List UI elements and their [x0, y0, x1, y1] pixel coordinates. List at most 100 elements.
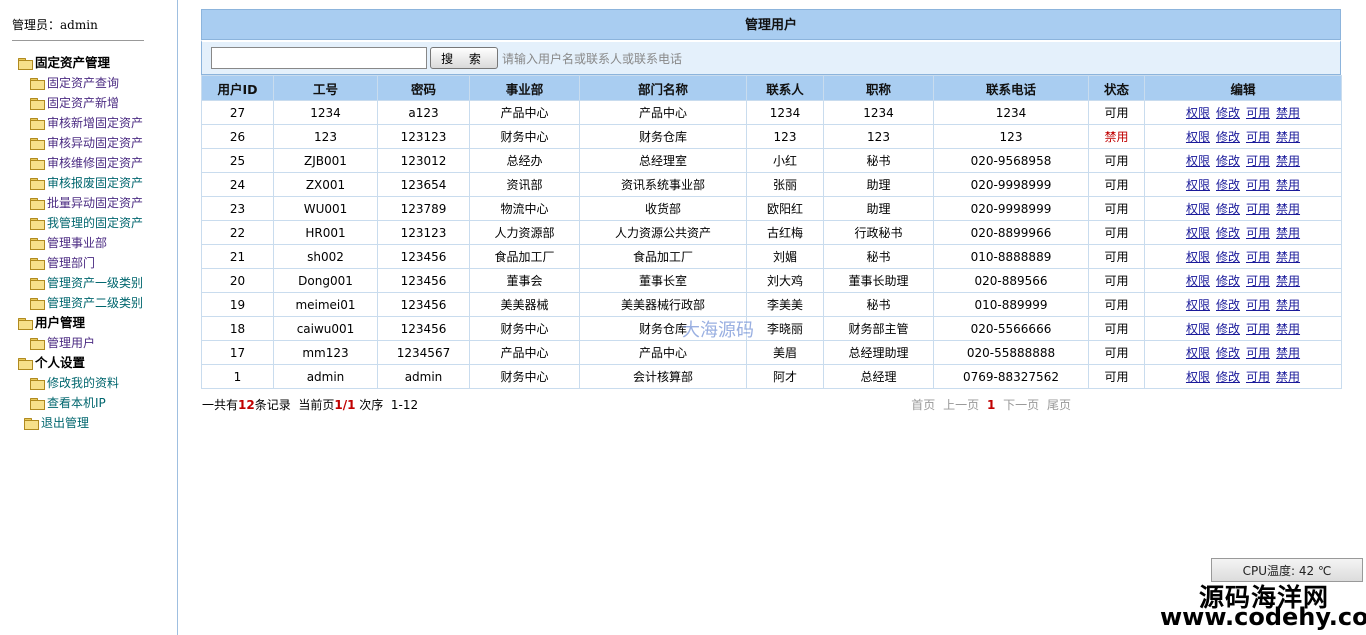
column-header: 编辑 — [1144, 75, 1342, 101]
nav-item[interactable]: 管理事业部 — [18, 233, 178, 253]
edit-link[interactable]: 修改 — [1216, 226, 1240, 240]
nav-item[interactable]: 审核异动固定资产 — [18, 133, 178, 153]
table-cell: 食品加工厂 — [469, 244, 580, 269]
enable-link[interactable]: 可用 — [1246, 250, 1270, 264]
table-cell: 123123 — [377, 220, 470, 245]
edit-cell: 权限 修改 可用 禁用 — [1144, 244, 1342, 269]
permission-link[interactable]: 权限 — [1186, 322, 1210, 336]
table-header-row: 用户ID 工号 密码 事业部 部门名称 联系人 职称 联系电话 状态 编辑 — [201, 75, 1342, 101]
permission-link[interactable]: 权限 — [1186, 106, 1210, 120]
column-header: 用户ID — [201, 75, 274, 101]
edit-cell: 权限 修改 可用 禁用 — [1144, 340, 1342, 365]
disable-link[interactable]: 禁用 — [1276, 106, 1300, 120]
table-cell: 17 — [201, 340, 274, 365]
disable-link[interactable]: 禁用 — [1276, 226, 1300, 240]
search-bar: 搜 索 请输入用户名或联系人或联系电话 — [201, 40, 1341, 75]
enable-link[interactable]: 可用 — [1246, 370, 1270, 384]
table-cell: admin — [377, 364, 470, 389]
nav-item[interactable]: 固定资产查询 — [18, 73, 178, 93]
enable-link[interactable]: 可用 — [1246, 106, 1270, 120]
permission-link[interactable]: 权限 — [1186, 250, 1210, 264]
pager-prev-link[interactable]: 上一页 — [943, 398, 979, 412]
permission-link[interactable]: 权限 — [1186, 130, 1210, 144]
edit-link[interactable]: 修改 — [1216, 250, 1240, 264]
edit-link[interactable]: 修改 — [1216, 202, 1240, 216]
enable-link[interactable]: 可用 — [1246, 178, 1270, 192]
pager-first-link[interactable]: 首页 — [911, 398, 935, 412]
nav-item[interactable]: 修改我的资料 — [18, 373, 178, 393]
table-cell: 27 — [201, 100, 274, 125]
edit-link[interactable]: 修改 — [1216, 178, 1240, 192]
table-cell: 助理 — [823, 172, 934, 197]
search-button[interactable]: 搜 索 — [430, 47, 498, 69]
permission-link[interactable]: 权限 — [1186, 274, 1210, 288]
nav-item[interactable]: 审核维修固定资产 — [18, 153, 178, 173]
permission-link[interactable]: 权限 — [1186, 226, 1210, 240]
disable-link[interactable]: 禁用 — [1276, 202, 1300, 216]
edit-link[interactable]: 修改 — [1216, 154, 1240, 168]
enable-link[interactable]: 可用 — [1246, 154, 1270, 168]
table-cell: 可用 — [1088, 148, 1145, 173]
permission-link[interactable]: 权限 — [1186, 154, 1210, 168]
table-cell: 020-55888888 — [933, 340, 1089, 365]
nav-item[interactable]: 管理用户 — [18, 333, 178, 353]
edit-link[interactable]: 修改 — [1216, 298, 1240, 312]
disable-link[interactable]: 禁用 — [1276, 298, 1300, 312]
table-cell: 人力资源部 — [469, 220, 580, 245]
table-cell: 财务中心 — [469, 124, 580, 149]
table-cell: 26 — [201, 124, 274, 149]
disable-link[interactable]: 禁用 — [1276, 154, 1300, 168]
table-cell: 小红 — [746, 148, 824, 173]
nav-group-title[interactable]: 个人设置 — [18, 353, 178, 373]
disable-link[interactable]: 禁用 — [1276, 130, 1300, 144]
enable-link[interactable]: 可用 — [1246, 130, 1270, 144]
permission-link[interactable]: 权限 — [1186, 346, 1210, 360]
nav-group-title[interactable]: 用户管理 — [18, 313, 178, 333]
nav-item[interactable]: 管理资产一级类别 — [18, 273, 178, 293]
nav-item[interactable]: 审核新增固定资产 — [18, 113, 178, 133]
permission-link[interactable]: 权限 — [1186, 298, 1210, 312]
disable-link[interactable]: 禁用 — [1276, 250, 1300, 264]
enable-link[interactable]: 可用 — [1246, 202, 1270, 216]
edit-link[interactable]: 修改 — [1216, 106, 1240, 120]
table-cell: 产品中心 — [579, 100, 747, 125]
nav-group-title[interactable]: 固定资产管理 — [18, 53, 178, 73]
nav-item[interactable]: 审核报废固定资产 — [18, 173, 178, 193]
edit-link[interactable]: 修改 — [1216, 322, 1240, 336]
disable-link[interactable]: 禁用 — [1276, 370, 1300, 384]
nav-item-exit[interactable]: 退出管理 — [18, 413, 178, 433]
table-cell: 助理 — [823, 196, 934, 221]
disable-link[interactable]: 禁用 — [1276, 274, 1300, 288]
edit-link[interactable]: 修改 — [1216, 370, 1240, 384]
enable-link[interactable]: 可用 — [1246, 298, 1270, 312]
pager-last-link[interactable]: 尾页 — [1047, 398, 1071, 412]
table-cell: 资讯部 — [469, 172, 580, 197]
edit-link[interactable]: 修改 — [1216, 274, 1240, 288]
edit-cell: 权限 修改 可用 禁用 — [1144, 364, 1342, 389]
disable-link[interactable]: 禁用 — [1276, 178, 1300, 192]
pager-next-link[interactable]: 下一页 — [1003, 398, 1039, 412]
enable-link[interactable]: 可用 — [1246, 226, 1270, 240]
nav-item[interactable]: 管理部门 — [18, 253, 178, 273]
sidebar-divider — [12, 40, 144, 41]
enable-link[interactable]: 可用 — [1246, 322, 1270, 336]
enable-link[interactable]: 可用 — [1246, 274, 1270, 288]
search-input[interactable] — [211, 47, 427, 69]
disable-link[interactable]: 禁用 — [1276, 346, 1300, 360]
edit-link[interactable]: 修改 — [1216, 346, 1240, 360]
table-row: 26 123 123123 财务中心 财务仓库 123 123 123 禁用 权限 修改 可用 禁用 — [201, 124, 1342, 149]
permission-link[interactable]: 权限 — [1186, 370, 1210, 384]
table-cell: WU001 — [273, 196, 378, 221]
nav-item[interactable]: 管理资产二级类别 — [18, 293, 178, 313]
nav-item[interactable]: 我管理的固定资产 — [18, 213, 178, 233]
enable-link[interactable]: 可用 — [1246, 346, 1270, 360]
edit-link[interactable]: 修改 — [1216, 130, 1240, 144]
nav-item[interactable]: 固定资产新增 — [18, 93, 178, 113]
table-cell: 1234567 — [377, 340, 470, 365]
nav-item[interactable]: 批量异动固定资产 — [18, 193, 178, 213]
permission-link[interactable]: 权限 — [1186, 202, 1210, 216]
table-cell: 食品加工厂 — [579, 244, 747, 269]
permission-link[interactable]: 权限 — [1186, 178, 1210, 192]
nav-item[interactable]: 查看本机IP — [18, 393, 178, 413]
disable-link[interactable]: 禁用 — [1276, 322, 1300, 336]
